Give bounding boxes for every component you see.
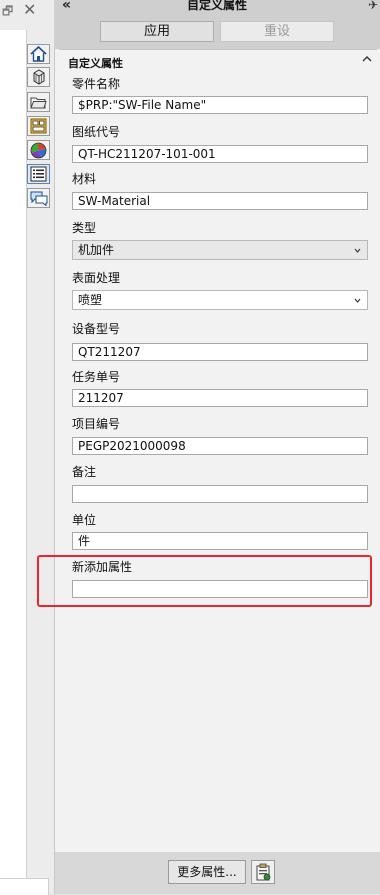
part-name-field[interactable]: $PRP:"SW-File Name": [72, 96, 368, 114]
home-tab[interactable]: [27, 44, 50, 64]
restore-window-icon[interactable]: 🗗: [2, 5, 14, 17]
chevron-down-icon: [354, 248, 361, 253]
project-no-label: 项目编号: [72, 417, 121, 431]
unit-field[interactable]: 件: [72, 532, 368, 550]
equipment-model-label: 设备型号: [72, 322, 121, 336]
drawing-no-label: 图纸代号: [72, 125, 121, 139]
pin-icon[interactable]: ✈: [368, 0, 378, 12]
view-palette-icon: [30, 118, 47, 134]
folder-icon: [30, 97, 47, 108]
task-no-label: 任务单号: [72, 370, 121, 384]
properties-content: 自定义属性 零件名称 $PRP:"SW-File Name" 图纸代号 QT-H…: [54, 49, 380, 852]
group-title: 自定义属性: [68, 57, 123, 70]
surface-select[interactable]: 喷塑: [72, 290, 368, 310]
material-field[interactable]: SW-Material: [72, 192, 368, 210]
home-icon: [30, 46, 47, 62]
part-icon: [33, 69, 44, 85]
more-properties-button[interactable]: 更多属性...: [168, 860, 246, 884]
remark-label: 备注: [72, 465, 97, 479]
group-divider: [59, 49, 377, 50]
surface-label: 表面处理: [72, 271, 121, 285]
custom-properties-icon: [30, 166, 47, 182]
type-select-value: 机加件: [78, 243, 115, 257]
file-explorer-tab[interactable]: [27, 92, 50, 112]
chevron-down-icon: [354, 298, 361, 303]
forum-tab[interactable]: [27, 188, 50, 208]
panel-toolbar: 应用 重设: [54, 14, 380, 49]
appearances-tab[interactable]: [27, 140, 50, 160]
remark-field[interactable]: [72, 485, 368, 503]
close-icon[interactable]: ✕: [23, 2, 37, 18]
type-select[interactable]: 机加件: [72, 240, 368, 260]
view-palette-tab[interactable]: [27, 116, 50, 136]
material-label: 材料: [72, 172, 97, 186]
graphics-area-edge: [0, 30, 27, 878]
forum-icon: [30, 191, 47, 206]
properties-settings-button[interactable]: [251, 860, 275, 884]
type-label: 类型: [72, 221, 97, 235]
panel-footer: 更多属性...: [54, 852, 380, 894]
custom-properties-tab[interactable]: [27, 164, 50, 184]
apply-button[interactable]: 应用: [100, 21, 214, 42]
status-bar-edge: [0, 878, 49, 895]
part-name-label: 零件名称: [72, 77, 121, 91]
surface-select-value: 喷塑: [78, 293, 103, 307]
unit-label: 单位: [72, 513, 97, 527]
task-no-field[interactable]: 211207: [72, 389, 368, 407]
project-no-field[interactable]: PEGP2021000098: [72, 437, 368, 455]
clipboard-settings-icon: [256, 863, 271, 881]
reset-button[interactable]: 重设: [220, 21, 334, 42]
panel-header: « 自定义属性 ✈: [54, 0, 380, 14]
highlight-annotation: [37, 555, 372, 607]
equipment-model-field[interactable]: QT211207: [72, 343, 368, 361]
panel-title: 自定义属性: [186, 0, 247, 12]
appearance-icon: [30, 142, 47, 158]
drawing-no-field[interactable]: QT-HC211207-101-001: [72, 145, 368, 163]
design-library-tab[interactable]: [27, 67, 50, 87]
chevron-up-icon[interactable]: [361, 53, 373, 65]
